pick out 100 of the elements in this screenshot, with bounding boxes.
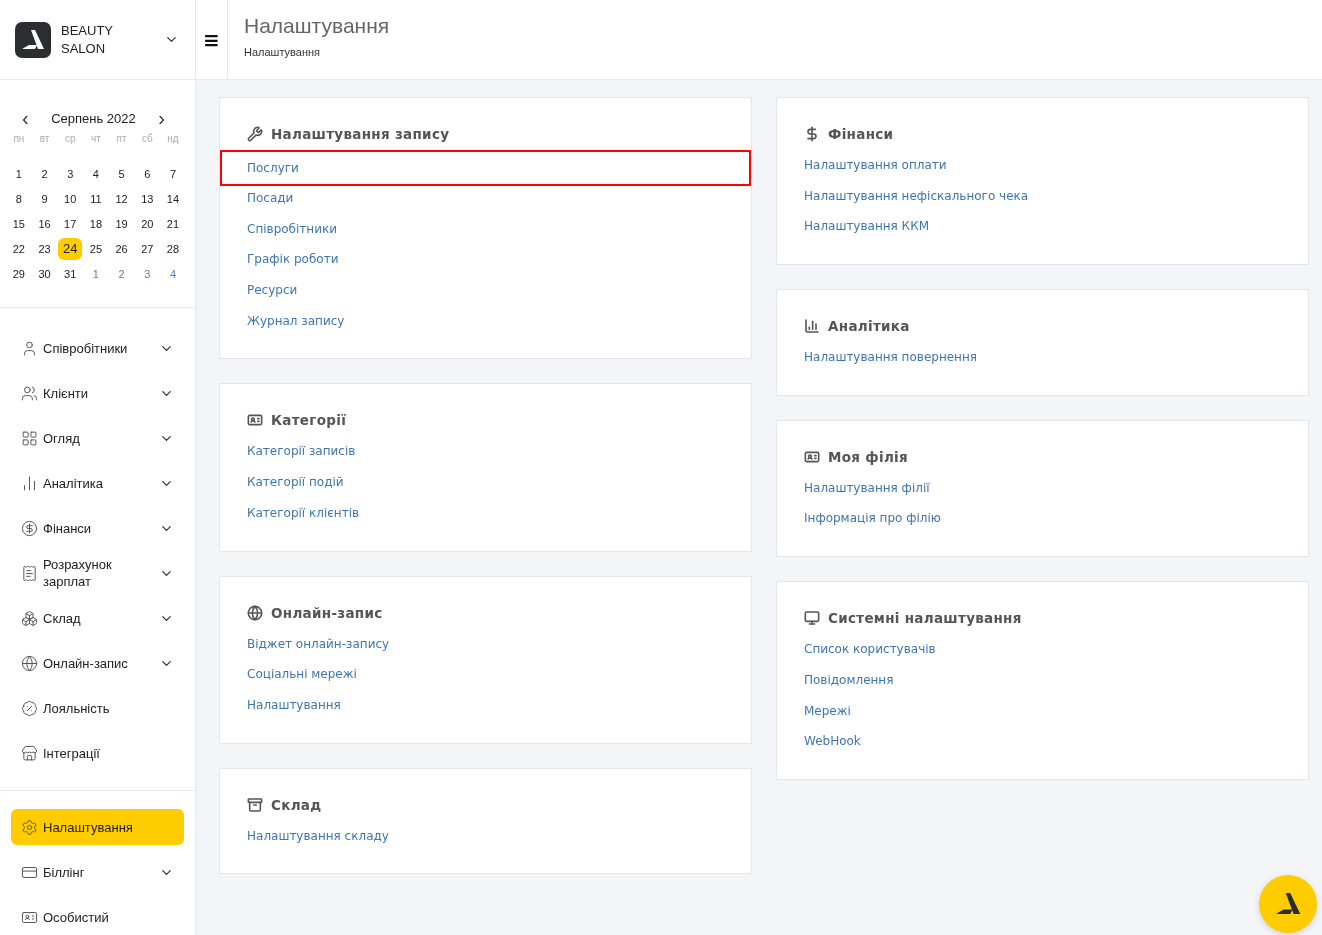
month-label: Серпень 2022 [51,110,136,126]
prev-month-button[interactable]: ‹ [18,110,33,126]
calendar-day[interactable]: 29 [7,263,31,285]
nav-item[interactable]: Аналітика [11,465,184,501]
calendar-day[interactable]: 21 [161,213,185,235]
settings-link[interactable]: Послуги [220,150,751,186]
calendar-day[interactable]: 19 [109,213,134,235]
calendar-day[interactable]: 10 [58,188,83,210]
receipt-icon [21,564,38,582]
calendar-day[interactable]: 3 [135,263,160,285]
calendar-day[interactable]: 6 [135,163,160,185]
calendar-day[interactable]: 24 [58,238,83,260]
calendar-day[interactable]: 27 [135,238,160,260]
card-title: Моя філія [828,448,908,465]
calendar-day[interactable]: 13 [135,188,160,210]
settings-link[interactable]: Ресурси [220,275,751,306]
settings-link[interactable]: Налаштування оплати [777,150,1308,181]
weekday-label: ср [63,132,77,146]
weekday-label: пт [115,132,128,146]
dollar-icon [21,519,38,537]
calendar-day[interactable]: 4 [84,163,108,185]
nav-item[interactable]: Біллінг [11,854,184,890]
settings-link[interactable]: Налаштування складу [220,820,751,852]
nav-item[interactable]: Особистий [11,899,184,935]
calendar-day[interactable]: 8 [7,188,31,210]
settings-link[interactable]: Інформація про філію [777,503,1308,535]
settings-link[interactable]: Список користувачів [777,634,1308,665]
nav-item[interactable]: Розрахунок зарплат [11,555,184,591]
boxes-icon [21,609,38,627]
calendar-day[interactable]: 30 [32,263,57,285]
calendar-day[interactable]: 23 [32,238,57,260]
calendar-day[interactable]: 1 [7,163,31,185]
brand-name: BEAUTY SALON [61,21,114,58]
archive-icon [247,796,263,813]
person-icon [21,339,38,357]
calendar-day[interactable]: 26 [109,238,134,260]
calendar-day[interactable]: 12 [109,188,134,210]
globe-icon [21,654,38,672]
settings-link[interactable]: Категорії клієнтів [220,497,751,529]
settings-link[interactable]: Мережі [777,695,1308,727]
next-month-button[interactable]: › [154,110,169,126]
calendar-day[interactable]: 2 [32,163,57,185]
calendar-day[interactable]: 28 [161,238,185,260]
weekday-label: пн [12,132,26,146]
calendar-day[interactable]: 15 [7,213,31,235]
weekday-label: вт [38,132,51,146]
settings-link[interactable]: Налаштування філії [777,472,1308,504]
calendar-day[interactable]: 7 [161,163,185,185]
calendar-day[interactable]: 31 [58,263,83,285]
card-title: Аналітика [828,318,910,335]
calendar-day[interactable]: 9 [32,188,57,210]
settings-link[interactable]: Віджет онлайн-запису [220,628,751,660]
weekday-label: сб [140,132,154,146]
calendar-day[interactable]: 14 [161,188,185,210]
calendar-day[interactable]: 4 [161,263,185,285]
settings-link[interactable]: Налаштування нефіскального чека [777,180,1308,212]
nav-item[interactable]: Налаштування [11,809,184,845]
nav-item[interactable]: Інтеграції [11,735,184,771]
calendar-day[interactable]: 20 [135,213,160,235]
calendar-day[interactable]: 25 [84,238,108,260]
settings-link[interactable]: Налаштування ККМ [777,211,1308,243]
calendar-day[interactable]: 11 [84,188,108,210]
calendar-day[interactable]: 2 [109,263,134,285]
wrench-icon [247,126,263,142]
nav-item[interactable]: Лояльність [11,690,184,726]
settings-link[interactable]: Соціальні мережі [220,659,751,690]
globe-icon [247,604,263,621]
settings-link[interactable]: Категорії подій [220,467,751,498]
nav-item[interactable]: Клієнти [11,375,184,411]
settings-link[interactable]: Налаштування повернення [777,342,1308,373]
card-title: Налаштування запису [271,126,450,142]
dollar-icon [804,126,820,142]
monitor-icon [804,610,820,627]
nav-item[interactable]: Онлайн-запис [11,645,184,681]
nav-item[interactable]: Склад [11,600,184,636]
nav-item[interactable]: Огляд [11,420,184,456]
page-title: Налаштування [244,14,390,38]
calendar-day[interactable]: 1 [84,263,108,285]
calendar-day[interactable]: 22 [7,238,31,260]
settings-icon [21,818,38,836]
nav-item[interactable]: Співробітники [11,330,184,366]
settings-link[interactable]: Налаштування [220,689,751,721]
settings-link[interactable]: Категорії записів [220,436,751,468]
settings-link[interactable]: Співробітники [220,213,751,245]
brand-logo [15,21,51,58]
settings-link[interactable]: WebHook [777,726,1308,757]
settings-link[interactable]: Журнал запису [220,305,751,337]
settings-link[interactable]: Посади [220,183,751,214]
assistant-button[interactable] [1259,875,1317,933]
card-title: Склад [271,796,322,813]
nav-item[interactable]: Фінанси [11,510,184,546]
calendar-day[interactable]: 17 [58,213,83,235]
calendar-day[interactable]: 18 [84,213,108,235]
bar-chart-icon [804,318,820,335]
store-icon [21,744,38,762]
calendar-day[interactable]: 3 [58,163,83,185]
calendar-day[interactable]: 16 [32,213,57,235]
calendar-day[interactable]: 5 [109,163,134,185]
settings-link[interactable]: Графік роботи [220,244,751,276]
settings-link[interactable]: Повідомлення [777,664,1308,696]
